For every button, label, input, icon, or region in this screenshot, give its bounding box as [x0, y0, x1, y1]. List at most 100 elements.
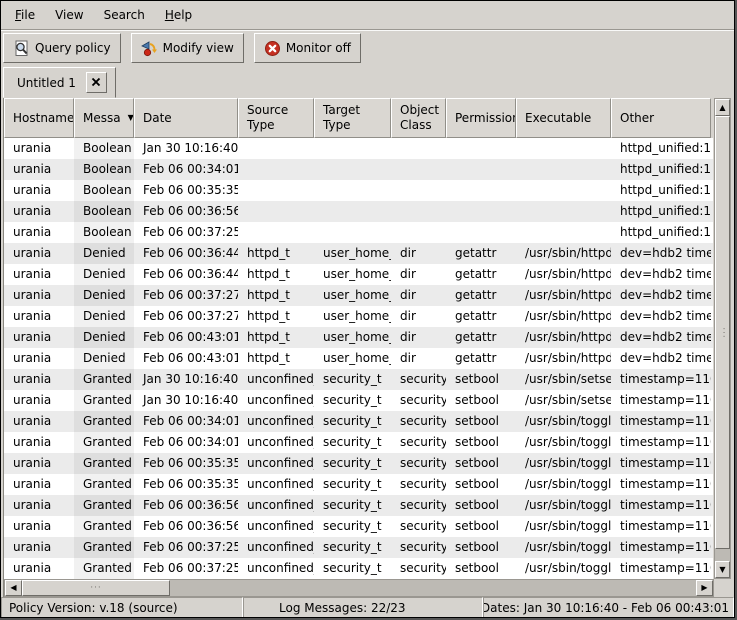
scroll-left-button[interactable]: ◀ [5, 580, 22, 596]
cell-date: Feb 06 00:36:44 [134, 243, 238, 264]
cell-hostname: urania [4, 537, 74, 558]
table-row[interactable]: uraniaGrantedFeb 06 00:37:25unconfined_s… [4, 537, 713, 558]
menu-view[interactable]: View [45, 4, 93, 26]
cell-target-type: security_t [314, 558, 391, 579]
cell-permission: setbool [446, 369, 516, 390]
cell-target-type: user_home_ [314, 243, 391, 264]
column-header-label: Object Class [400, 103, 441, 133]
cell-object-class: security [391, 390, 446, 411]
cell-source-type [238, 159, 314, 180]
cell-object-class: security [391, 558, 446, 579]
column-header-messa[interactable]: Messa▼ [74, 98, 134, 138]
cell-target-type: security_t [314, 474, 391, 495]
table-row[interactable]: uraniaGrantedFeb 06 00:35:35unconfined_s… [4, 453, 713, 474]
column-header-other[interactable]: Other [611, 98, 711, 138]
vertical-scrollbar-trough[interactable] [715, 549, 730, 561]
cell-hostname: urania [4, 180, 74, 201]
table-row[interactable]: uraniaGrantedJan 30 10:16:40unconfined_s… [4, 369, 713, 390]
table-row[interactable]: uraniaGrantedJan 30 10:16:40unconfined_s… [4, 390, 713, 411]
horizontal-scrollbar-trough[interactable] [170, 580, 696, 596]
cell-permission [446, 222, 516, 243]
scroll-right-button[interactable]: ▶ [696, 580, 713, 596]
cell-permission: setbool [446, 432, 516, 453]
monitor-off-button[interactable]: Monitor off [254, 33, 361, 63]
table-row[interactable]: uraniaBooleanJan 30 10:16:40httpd_unifie… [4, 138, 713, 159]
query-policy-button[interactable]: Query policy [3, 33, 121, 63]
cell-permission: setbool [446, 495, 516, 516]
cell-target-type: security_t [314, 537, 391, 558]
column-header-executable[interactable]: Executable [516, 98, 611, 138]
status-log-messages: Log Messages: 22/23 [243, 597, 483, 618]
menu-search[interactable]: Search [94, 4, 155, 26]
menu-file[interactable]: File [5, 4, 45, 26]
cell-hostname: urania [4, 159, 74, 180]
cell-other: timestamp=11076 [611, 558, 711, 579]
modify-view-button[interactable]: Modify view [131, 33, 244, 63]
column-header-source-type[interactable]: Source Type [238, 98, 314, 138]
cell-date: Jan 30 10:16:40 [134, 138, 238, 159]
column-header-label: Target Type [323, 103, 386, 133]
cell-hostname: urania [4, 285, 74, 306]
table-row[interactable]: uraniaGrantedFeb 06 00:35:35unconfined_s… [4, 474, 713, 495]
scroll-up-button[interactable]: ▲ [715, 99, 730, 116]
horizontal-scrollbar[interactable]: ◀ ··· ▶ [4, 579, 714, 597]
cell-messa: Denied [74, 306, 134, 327]
column-header-object-class[interactable]: Object Class [391, 98, 446, 138]
table-row[interactable]: uraniaGrantedFeb 06 00:34:01unconfined_s… [4, 432, 713, 453]
cell-other: httpd_unified:1, h [611, 159, 711, 180]
cell-executable [516, 201, 611, 222]
table-row[interactable]: uraniaBooleanFeb 06 00:36:56httpd_unifie… [4, 201, 713, 222]
cell-other: timestamp=11076 [611, 474, 711, 495]
cell-executable: /usr/sbin/toggle [516, 537, 611, 558]
cell-source-type: unconfined_ [238, 369, 314, 390]
menu-help[interactable]: Help [155, 4, 202, 26]
table-row[interactable]: uraniaDeniedFeb 06 00:37:27httpd_tuser_h… [4, 306, 713, 327]
table-row[interactable]: uraniaBooleanFeb 06 00:35:35httpd_unifie… [4, 180, 713, 201]
cell-other: dev=hdb2 timesta [611, 243, 711, 264]
tab-untitled-1[interactable]: Untitled 1 [3, 67, 116, 98]
vertical-scrollbar[interactable]: ▲ ··· ▼ [714, 98, 731, 579]
cell-hostname: urania [4, 348, 74, 369]
status-dates: Dates: Jan 30 10:16:40 - Feb 06 00:43:01 [483, 597, 734, 618]
horizontal-scrollbar-thumb[interactable]: ··· [22, 580, 170, 596]
cell-date: Feb 06 00:34:01 [134, 159, 238, 180]
column-header-date[interactable]: Date [134, 98, 238, 138]
table-row[interactable]: uraniaGrantedFeb 06 00:37:25unconfined_s… [4, 558, 713, 579]
table-row[interactable]: uraniaGrantedFeb 06 00:34:01unconfined_s… [4, 411, 713, 432]
column-header-hostname[interactable]: Hostname [4, 98, 74, 138]
table-row[interactable]: uraniaDeniedFeb 06 00:36:44httpd_tuser_h… [4, 243, 713, 264]
cell-messa: Boolean [74, 222, 134, 243]
table-row[interactable]: uraniaBooleanFeb 06 00:34:01httpd_unifie… [4, 159, 713, 180]
cell-executable: /usr/sbin/setseb [516, 390, 611, 411]
vertical-scrollbar-thumb[interactable]: ··· [715, 116, 730, 549]
cell-hostname: urania [4, 474, 74, 495]
tab-close-button[interactable] [86, 72, 107, 93]
cell-permission [446, 159, 516, 180]
cell-object-class [391, 159, 446, 180]
table-row[interactable]: uraniaGrantedFeb 06 00:36:56unconfined_s… [4, 495, 713, 516]
cell-source-type: unconfined_ [238, 537, 314, 558]
seaudit-window: FileViewSearchHelp Query policy Modify vi… [0, 0, 735, 618]
cell-target-type [314, 180, 391, 201]
cell-date: Feb 06 00:37:27 [134, 306, 238, 327]
cell-object-class: security [391, 369, 446, 390]
table-row[interactable]: uraniaDeniedFeb 06 00:43:01httpd_tuser_h… [4, 327, 713, 348]
column-header-permission[interactable]: Permission [446, 98, 516, 138]
column-header-target-type[interactable]: Target Type [314, 98, 391, 138]
cell-other: dev=hdb2 timesta [611, 327, 711, 348]
cell-source-type: httpd_t [238, 327, 314, 348]
table-row[interactable]: uraniaGrantedFeb 06 00:36:56unconfined_s… [4, 516, 713, 537]
cell-source-type: unconfined_ [238, 516, 314, 537]
table-row[interactable]: uraniaDeniedFeb 06 00:36:44httpd_tuser_h… [4, 264, 713, 285]
cell-messa: Granted [74, 453, 134, 474]
cell-source-type [238, 222, 314, 243]
scroll-down-button[interactable]: ▼ [715, 561, 730, 578]
table-row[interactable]: uraniaDeniedFeb 06 00:37:27httpd_tuser_h… [4, 285, 713, 306]
cell-source-type [238, 138, 314, 159]
table-row[interactable]: uraniaBooleanFeb 06 00:37:25httpd_unifie… [4, 222, 713, 243]
cell-executable: /usr/sbin/setseb [516, 369, 611, 390]
modify-view-icon [141, 40, 158, 57]
cell-other: httpd_unified:1, h [611, 222, 711, 243]
sort-descending-icon: ▼ [128, 114, 134, 122]
table-row[interactable]: uraniaDeniedFeb 06 00:43:01httpd_tuser_h… [4, 348, 713, 369]
